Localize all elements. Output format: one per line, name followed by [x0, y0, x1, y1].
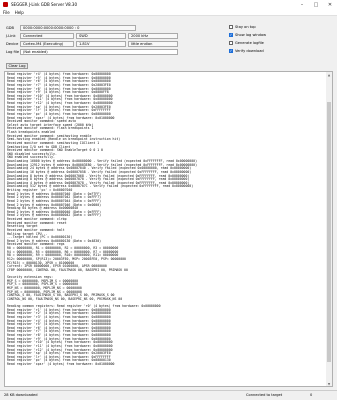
minimize-icon[interactable]: – [295, 0, 309, 9]
device-label: Device [6, 42, 19, 46]
verify-download-label: Verify download [235, 49, 264, 53]
scroll-up-arrow-icon[interactable]: ▲ [326, 72, 332, 77]
status-bar: 28 KB downloaded Connected to target 0 [0, 390, 337, 400]
logfile-value[interactable]: (Not enabled) [20, 49, 178, 55]
log-scrollbar[interactable]: ▲ ▼ [326, 72, 332, 386]
show-log-window-label: Show log window [235, 33, 267, 37]
voltage-value: 1.81V [76, 41, 126, 47]
gdb-value: 0000:0000:0000:0000:0000 : 0 [20, 25, 136, 31]
checkbox-checked-icon: ✓ [229, 32, 233, 37]
window-title: SEGGER J-Link GDB Server V8.30 [11, 2, 78, 7]
connection-status: Connected to target [246, 393, 283, 397]
generate-logfile-checkbox[interactable]: Generate logfile [229, 41, 264, 45]
menu-file[interactable]: File [3, 10, 10, 15]
menu-bar: File Help [0, 9, 337, 16]
show-log-window-checkbox[interactable]: ✓ Show log window [229, 33, 266, 37]
count-status: 0 [310, 393, 313, 397]
menu-help[interactable]: Help [15, 10, 24, 15]
stay-on-top-label: Stay on top [235, 25, 256, 29]
checkbox-unchecked-icon [229, 25, 233, 29]
status-panel: GDB 0000:0000:0000:0000:0000 : 0 J-Link … [4, 20, 227, 60]
download-status: 28 KB downloaded [4, 393, 38, 397]
log-window[interactable]: Read register 'r4' (4 bytes) from hardwa… [4, 71, 333, 387]
maximize-icon[interactable]: □ [309, 0, 323, 9]
device-value: Cortex-M4 (Executing) [20, 41, 74, 47]
log-text: Read register 'r4' (4 bytes) from hardwa… [7, 72, 325, 367]
interface-value: SWD [76, 33, 126, 39]
stay-on-top-checkbox[interactable]: Stay on top [229, 25, 256, 29]
checkbox-checked-icon: ✓ [229, 48, 233, 53]
generate-logfile-label: Generate logfile [235, 41, 264, 45]
scrollbar-thumb[interactable] [327, 102, 331, 362]
jlink-value: Connected [20, 33, 74, 39]
endian-value: little endian [128, 41, 178, 47]
clear-log-button[interactable]: Clear Log [6, 63, 28, 69]
close-icon[interactable]: ✕ [323, 0, 337, 9]
gdb-label: GDB [6, 26, 15, 30]
speed-value: 2000 kHz [128, 33, 178, 39]
segger-app-icon [3, 2, 8, 7]
scroll-down-arrow-icon[interactable]: ▼ [326, 381, 332, 386]
log-line: Read register 'xpsr' (4 bytes) from hard… [7, 362, 115, 366]
verify-download-checkbox[interactable]: ✓ Verify download [229, 49, 264, 53]
jlink-label: J-Link [6, 34, 16, 38]
logfile-label: Log file [6, 50, 20, 54]
title-bar: SEGGER J-Link GDB Server V8.30 – □ ✕ [0, 0, 337, 9]
checkbox-unchecked-icon [229, 41, 233, 45]
